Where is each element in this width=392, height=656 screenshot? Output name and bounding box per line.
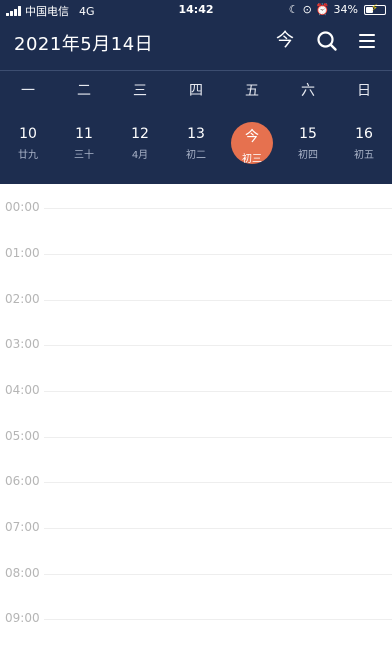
hour-slot[interactable]: 05:00 <box>0 413 392 459</box>
hour-gridline <box>44 482 392 483</box>
status-right: ☾ ⊙ ⏰ 34% ⚡ <box>289 3 386 16</box>
moon-icon: ☾ <box>288 3 299 16</box>
lock-rotation-icon: ⊙ <box>302 3 312 16</box>
weekday-label: 二 <box>77 83 91 99</box>
hour-gridline <box>44 391 392 392</box>
title-bar: 2021年5月14日 今 <box>0 22 392 62</box>
hour-gridline <box>44 437 392 438</box>
battery-percent: 34% <box>333 3 358 16</box>
weekday-row: 一 二 三 四 五 六 日 <box>0 80 392 104</box>
header-divider <box>0 70 392 71</box>
date-number: 13 <box>187 126 205 142</box>
lunar-date: 廿九 <box>18 150 38 161</box>
hour-label: 07:00 <box>5 520 40 534</box>
weekday-label: 一 <box>21 83 35 99</box>
today-button[interactable]: 今 <box>272 28 298 54</box>
weekday-label: 六 <box>301 83 315 99</box>
date-number: 11 <box>75 126 93 142</box>
weekday-label: 五 <box>245 83 259 99</box>
date-number: 12 <box>131 126 149 142</box>
date-cell[interactable]: 10 廿九 <box>0 118 56 170</box>
weekday-label: 四 <box>189 83 203 99</box>
hour-label: 02:00 <box>5 292 40 306</box>
menu-button[interactable] <box>354 28 380 54</box>
date-cell-today[interactable]: 今 初三 <box>224 118 280 170</box>
status-bar: 中国电信 4G 14:42 ☾ ⊙ ⏰ 34% ⚡ <box>0 0 392 20</box>
hour-gridline <box>44 254 392 255</box>
lunar-date: 三十 <box>74 150 94 161</box>
alarm-icon: ⏰ <box>315 3 330 16</box>
lunar-date: 4月 <box>131 150 149 161</box>
date-number: 16 <box>355 126 373 142</box>
hour-gridline <box>44 208 392 209</box>
menu-icon <box>359 34 375 36</box>
hour-label: 01:00 <box>5 246 40 260</box>
date-cell[interactable]: 15 初四 <box>280 118 336 170</box>
hour-gridline <box>44 619 392 620</box>
hour-label: 09:00 <box>5 611 40 625</box>
hour-label: 06:00 <box>5 474 40 488</box>
hour-gridline <box>44 574 392 575</box>
hour-slot[interactable]: 07:00 <box>0 504 392 550</box>
hour-slot[interactable]: 06:00 <box>0 458 392 504</box>
weekday-label: 三 <box>133 83 147 99</box>
hour-slot[interactable]: 00:00 <box>0 184 392 230</box>
date-cell[interactable]: 13 初二 <box>168 118 224 170</box>
date-cell[interactable]: 11 三十 <box>56 118 112 170</box>
hour-gridline <box>44 345 392 346</box>
date-number: 15 <box>299 126 317 142</box>
hour-label: 04:00 <box>5 383 40 397</box>
hour-label: 08:00 <box>5 566 40 580</box>
hour-slot[interactable]: 08:00 <box>0 550 392 596</box>
lunar-date: 初五 <box>354 150 374 161</box>
date-cell[interactable]: 16 初五 <box>336 118 392 170</box>
search-icon <box>317 31 337 51</box>
lunar-date: 初三 <box>242 154 262 165</box>
hour-slot[interactable]: 04:00 <box>0 367 392 413</box>
battery-icon: ⚡ <box>364 3 386 15</box>
hour-slot[interactable]: 03:00 <box>0 321 392 367</box>
calendar-header: 中国电信 4G 14:42 ☾ ⊙ ⏰ 34% ⚡ 2021年5月14日 今 一… <box>0 0 392 184</box>
week-date-strip: 10 廿九 11 三十 12 4月 13 初二 今 初三 15 初四 16 初五 <box>0 118 392 170</box>
day-timeline[interactable]: 00:00 01:00 02:00 03:00 04:00 05:00 06:0… <box>0 184 392 656</box>
hour-label: 00:00 <box>5 200 40 214</box>
date-number: 今 <box>245 129 259 145</box>
page-title[interactable]: 2021年5月14日 <box>14 30 153 56</box>
hour-gridline <box>44 300 392 301</box>
hour-slot[interactable]: 09:00 <box>0 595 392 641</box>
hour-slot[interactable]: 02:00 <box>0 276 392 322</box>
hour-gridline <box>44 528 392 529</box>
weekday-label: 日 <box>357 83 371 99</box>
lunar-date: 初二 <box>186 150 206 161</box>
hour-slot[interactable]: 01:00 <box>0 230 392 276</box>
hour-label: 05:00 <box>5 429 40 443</box>
search-button[interactable] <box>314 28 340 54</box>
date-number: 10 <box>19 126 37 142</box>
date-cell[interactable]: 12 4月 <box>112 118 168 170</box>
hour-label: 03:00 <box>5 337 40 351</box>
lunar-date: 初四 <box>298 150 318 161</box>
